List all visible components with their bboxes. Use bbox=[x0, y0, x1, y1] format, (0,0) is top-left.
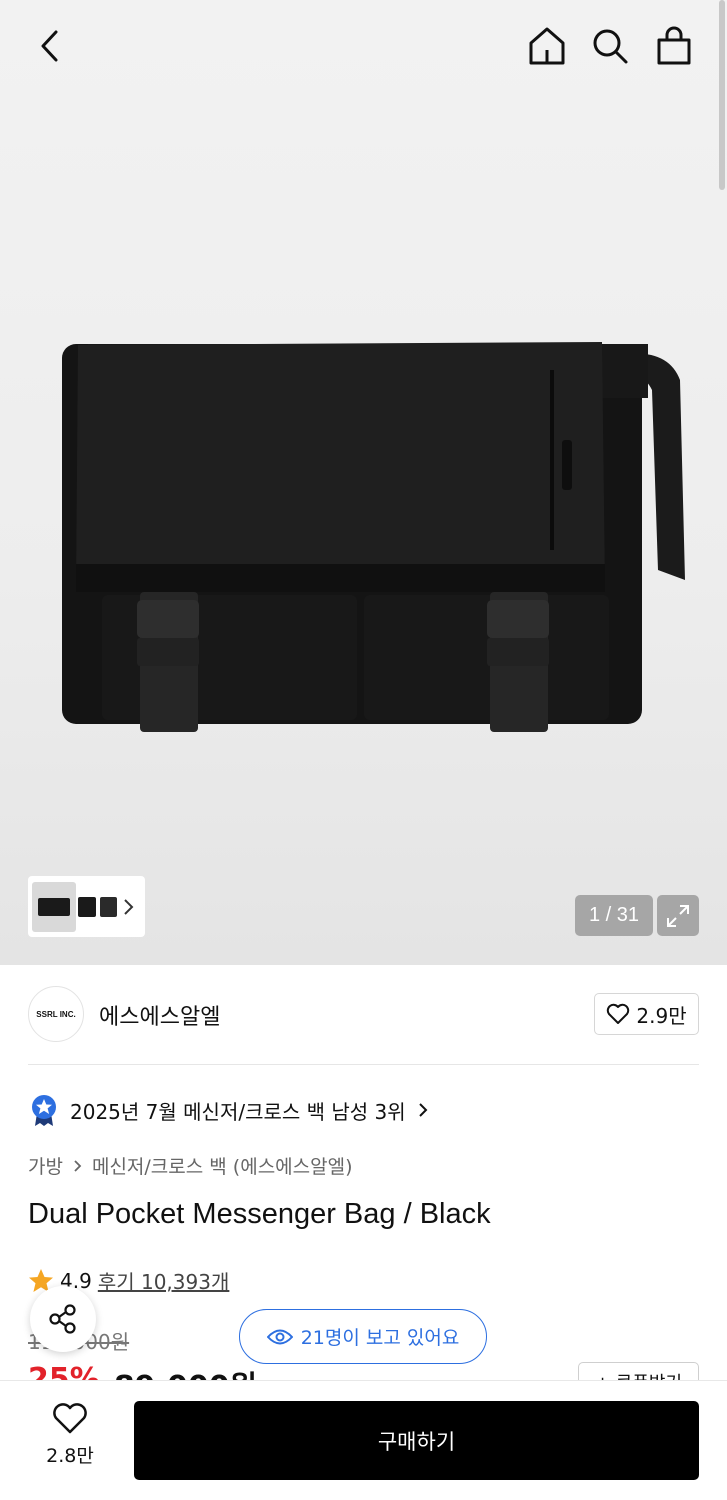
wishlist-button[interactable]: 2.8만 bbox=[30, 1403, 110, 1481]
chevron-left-icon bbox=[41, 30, 58, 62]
brand-like-button[interactable]: 2.9만 bbox=[594, 993, 699, 1035]
chevron-right-icon bbox=[124, 898, 134, 915]
back-button[interactable] bbox=[26, 22, 74, 70]
shopping-bag-icon bbox=[657, 26, 691, 65]
expand-icon bbox=[667, 904, 689, 927]
home-button[interactable] bbox=[523, 22, 571, 70]
home-icon bbox=[529, 27, 565, 65]
heart-icon bbox=[607, 1003, 630, 1024]
bottom-action-bar: 2.8만 구매하기 bbox=[0, 1380, 727, 1500]
buy-button[interactable]: 구매하기 bbox=[134, 1401, 699, 1480]
cart-button[interactable] bbox=[650, 22, 698, 70]
thumbnail-2[interactable] bbox=[78, 882, 118, 932]
scrollbar[interactable] bbox=[719, 0, 725, 190]
breadcrumb: 가방 메신저/크로스 백 (에스에스알엘) bbox=[28, 1152, 353, 1179]
product-gallery[interactable]: 1 / 31 bbox=[0, 0, 727, 965]
wishlist-count: 2.8만 bbox=[46, 1445, 94, 1467]
share-button[interactable] bbox=[30, 1286, 96, 1352]
viewers-indicator: 21명이 보고 있어요 bbox=[239, 1309, 487, 1364]
divider bbox=[28, 1064, 699, 1065]
thumbnail-strip[interactable] bbox=[28, 876, 145, 937]
share-icon bbox=[49, 1304, 76, 1334]
search-icon bbox=[593, 29, 628, 64]
thumbnail-bag-image bbox=[38, 897, 70, 916]
breadcrumb-item[interactable]: 메신저/크로스 백 (에스에스알엘) bbox=[92, 1152, 353, 1179]
search-button[interactable] bbox=[586, 22, 634, 70]
ranking-medal-icon bbox=[32, 1095, 56, 1126]
viewers-text: 21명이 보고 있어요 bbox=[300, 1327, 460, 1349]
ranking-text: 2025년 7월 메신저/크로스 백 남성 3위 bbox=[70, 1099, 406, 1124]
review-link[interactable]: 후기 10,393개 bbox=[98, 1266, 230, 1295]
ranking-badge[interactable]: 2025년 7월 메신저/크로스 백 남성 3위 bbox=[30, 1092, 428, 1128]
brand-row: SSRL INC. 에스에스알엘 2.9만 bbox=[28, 986, 699, 1044]
product-image bbox=[62, 342, 685, 732]
thumbnail-bag-image bbox=[78, 896, 117, 917]
breadcrumb-item[interactable]: 가방 bbox=[28, 1152, 63, 1179]
brand-name[interactable]: 에스에스알엘 bbox=[99, 999, 220, 1031]
expand-button[interactable] bbox=[657, 895, 699, 936]
image-counter: 1 / 31 bbox=[575, 895, 653, 936]
heart-icon bbox=[53, 1403, 87, 1434]
chevron-right-icon bbox=[418, 1103, 428, 1117]
product-title: Dual Pocket Messenger Bag / Black bbox=[28, 1198, 491, 1230]
thumbnail-1[interactable] bbox=[32, 881, 76, 932]
brand-like-count: 2.9만 bbox=[636, 1003, 687, 1028]
brand-logo[interactable]: SSRL INC. bbox=[28, 986, 84, 1042]
eye-icon bbox=[266, 1329, 293, 1344]
chevron-right-icon bbox=[74, 1159, 82, 1172]
